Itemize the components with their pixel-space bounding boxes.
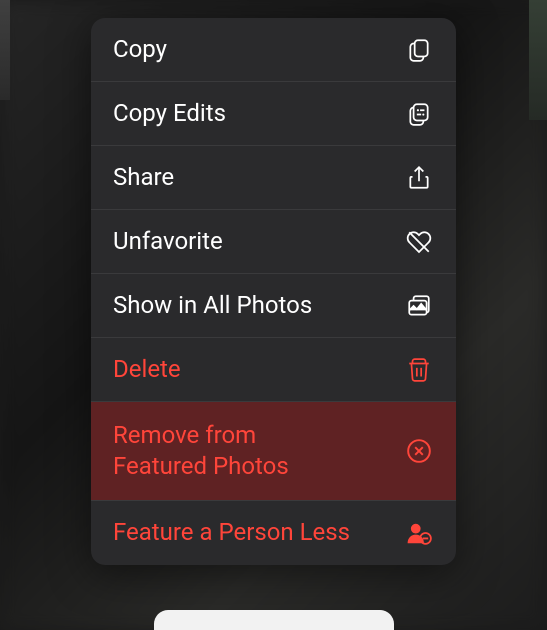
heart-slash-icon (404, 227, 434, 257)
menu-item-label: Show in All Photos (113, 290, 312, 321)
menu-item-label: Copy Edits (113, 98, 226, 129)
person-minus-icon (404, 518, 434, 548)
edge-left (0, 0, 10, 100)
menu-item-feature-person-less[interactable]: Feature a Person Less (91, 501, 456, 565)
menu-item-copy[interactable]: Copy (91, 18, 456, 82)
trash-icon (404, 355, 434, 385)
photo-stack-icon (404, 291, 434, 321)
menu-item-label: Copy (113, 34, 167, 65)
menu-item-show-all-photos[interactable]: Show in All Photos (91, 274, 456, 338)
menu-item-label: Remove fromFeatured Photos (113, 420, 289, 482)
copy-icon (404, 35, 434, 65)
circle-x-icon (404, 436, 434, 466)
menu-item-delete[interactable]: Delete (91, 338, 456, 402)
menu-item-remove-featured[interactable]: Remove fromFeatured Photos (91, 402, 456, 501)
menu-item-label: Unfavorite (113, 226, 223, 257)
share-icon (404, 163, 434, 193)
photo-context-menu: Copy Copy Edits Share (91, 18, 456, 565)
menu-item-share[interactable]: Share (91, 146, 456, 210)
menu-item-label: Delete (113, 354, 181, 385)
copy-edits-icon (404, 99, 434, 129)
menu-item-label: Feature a Person Less (113, 517, 350, 548)
edge-right (529, 0, 547, 120)
menu-item-label: Share (113, 162, 174, 193)
menu-item-unfavorite[interactable]: Unfavorite (91, 210, 456, 274)
menu-item-copy-edits[interactable]: Copy Edits (91, 82, 456, 146)
bottom-sheet-peek (154, 610, 394, 630)
